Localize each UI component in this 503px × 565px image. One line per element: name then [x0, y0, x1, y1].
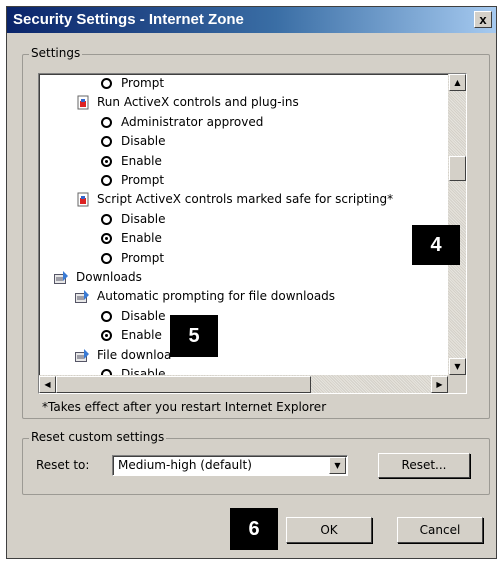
- radio-label: Administrator approved: [121, 114, 264, 129]
- callout-badge-4: 4: [412, 225, 460, 265]
- setting-document-icon: [77, 192, 90, 207]
- downloads-icon: [75, 348, 91, 363]
- settings-list[interactable]: Prompt Run ActiveX controls and plug-ins A…: [38, 73, 467, 394]
- radio-checked-icon[interactable]: [101, 330, 112, 342]
- reset-level-value: Medium-high (default): [118, 458, 252, 472]
- setting-label: Downloads: [76, 270, 142, 284]
- downloads-icon: [54, 270, 70, 285]
- radio-unchecked-icon[interactable]: [101, 78, 112, 89]
- setting-label: Run ActiveX controls and plug-ins: [97, 95, 299, 110]
- chevron-down-icon[interactable]: ▼: [329, 457, 346, 474]
- radio-label: Disable: [121, 308, 166, 323]
- radio-checked-icon[interactable]: [101, 233, 112, 245]
- setting-label: Script ActiveX controls marked safe for …: [97, 192, 394, 207]
- radio-label: Disable: [121, 211, 166, 226]
- setting-document-icon: [77, 95, 90, 110]
- horizontal-scrollbar[interactable]: ◀ ▶: [39, 375, 448, 393]
- setting-label: Automatic prompting for file downloads: [97, 289, 336, 304]
- radio-unchecked-icon[interactable]: [101, 116, 112, 128]
- horizontal-scroll-thumb[interactable]: [56, 376, 311, 393]
- settings-legend: Settings: [29, 46, 83, 60]
- dialog-title: Security Settings - Internet Zone: [13, 11, 244, 28]
- title-bar: Security Settings - Internet Zone x: [7, 7, 496, 33]
- settings-rows: Prompt Run ActiveX controls and plug-ins A…: [39, 74, 448, 375]
- cancel-button[interactable]: Cancel: [397, 517, 483, 543]
- restart-note: *Takes effect after you restart Internet…: [42, 400, 327, 414]
- callout-badge-5: 5: [170, 315, 218, 357]
- radio-unchecked-icon[interactable]: [101, 213, 112, 225]
- scroll-down-icon[interactable]: ▼: [449, 358, 466, 375]
- reset-group-legend: Reset custom settings: [29, 430, 167, 444]
- radio-label: Prompt: [121, 250, 165, 265]
- scroll-left-icon[interactable]: ◀: [39, 376, 56, 393]
- radio-label: Enable: [121, 153, 162, 168]
- radio-unchecked-icon[interactable]: [101, 310, 112, 322]
- radio-label: Disable: [121, 134, 166, 149]
- reset-level-dropdown[interactable]: Medium-high (default) ▼: [112, 455, 348, 476]
- radio-unchecked-icon[interactable]: [101, 252, 112, 264]
- radio-label: Enable: [121, 231, 162, 246]
- close-icon: x: [479, 12, 487, 27]
- setting-label: File downloa: [97, 347, 172, 362]
- reset-to-label: Reset to:: [36, 458, 90, 472]
- reset-button[interactable]: Reset...: [378, 453, 470, 478]
- radio-label: Prompt: [121, 76, 165, 90]
- radio-checked-icon[interactable]: [101, 155, 112, 167]
- radio-label: Prompt: [121, 173, 165, 187]
- scroll-right-icon[interactable]: ▶: [431, 376, 448, 393]
- ok-button[interactable]: OK: [286, 517, 372, 543]
- close-button[interactable]: x: [474, 11, 492, 28]
- scrollbar-corner: [448, 375, 466, 393]
- callout-badge-6: 6: [230, 508, 278, 550]
- radio-label: Disable: [121, 367, 166, 375]
- downloads-icon: [75, 289, 91, 304]
- scroll-up-icon[interactable]: ▲: [449, 74, 466, 91]
- vertical-scroll-thumb[interactable]: [449, 156, 466, 181]
- radio-label: Enable: [121, 328, 162, 343]
- radio-unchecked-icon[interactable]: [101, 136, 112, 148]
- radio-unchecked-icon[interactable]: [101, 175, 112, 186]
